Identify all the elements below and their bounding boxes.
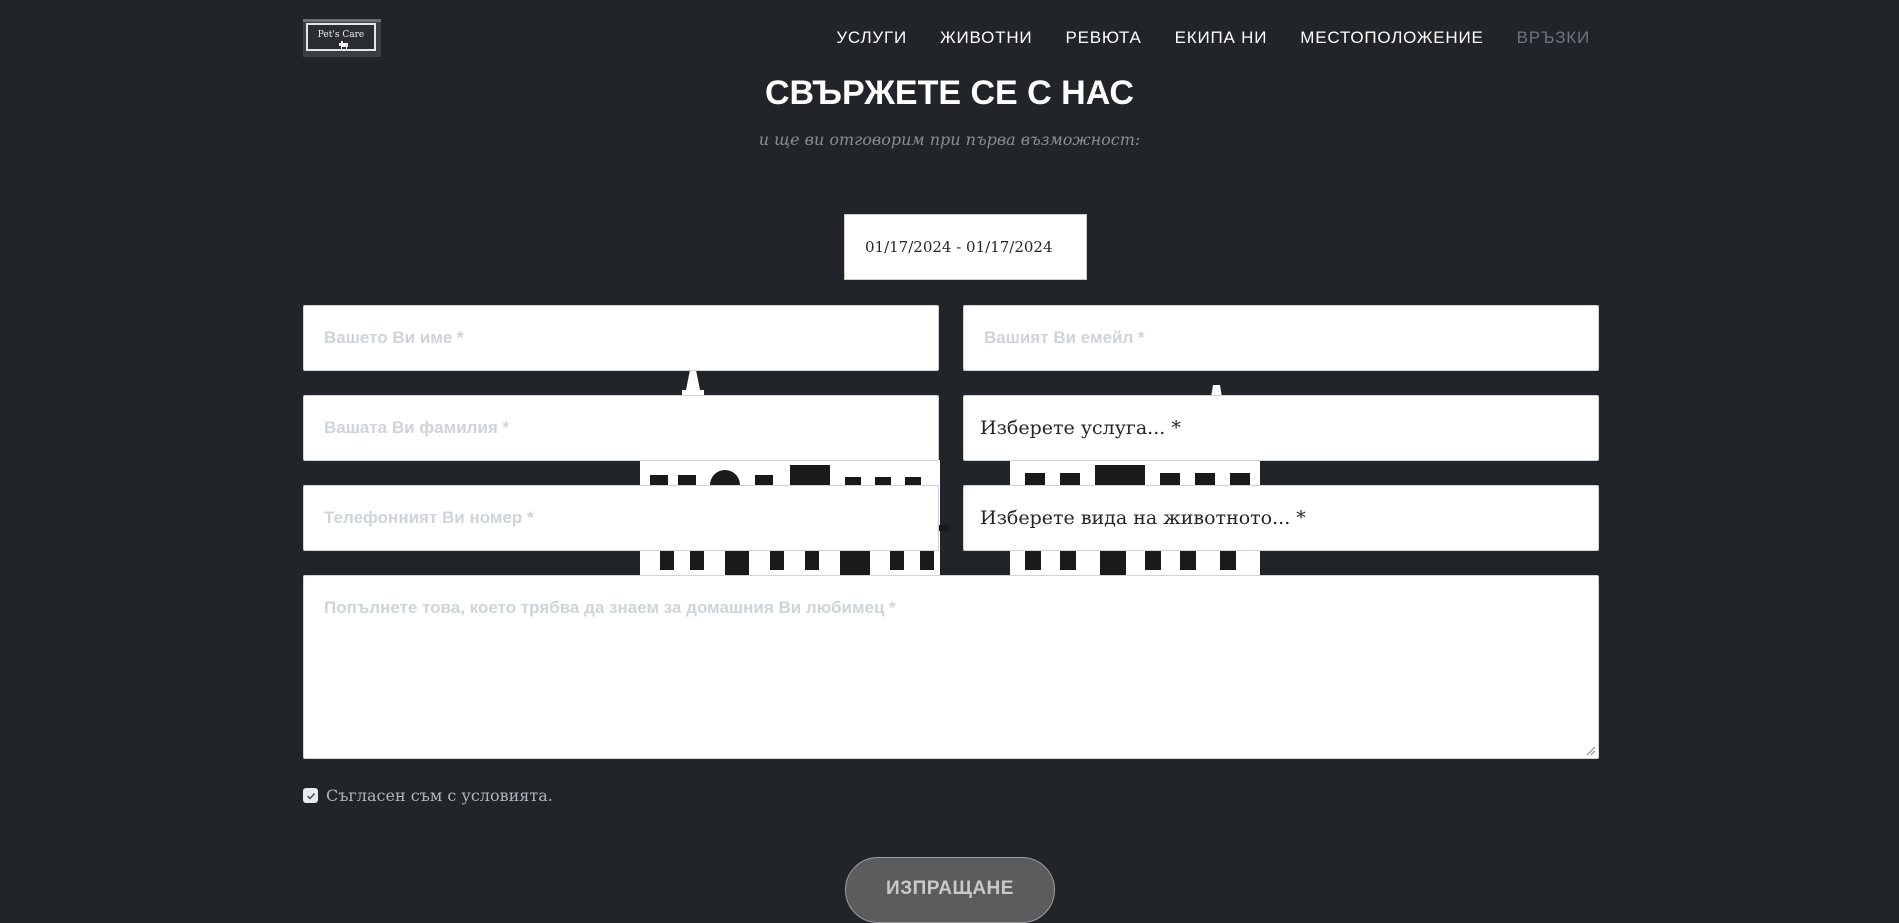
phone-field	[303, 485, 939, 551]
section-subtitle: и ще ви отговорим при първа възможност:	[758, 130, 1141, 149]
last-name-field	[303, 395, 939, 461]
logo-frame: Pet's Care	[306, 23, 376, 51]
date-range-input[interactable]: 01/17/2024 - 01/17/2024	[844, 214, 1087, 280]
submit-button[interactable]: ИЗПРАЩАНЕ	[845, 857, 1055, 923]
section-title: СВЪРЖЕТЕ СЕ С НАС	[764, 74, 1134, 112]
nav-link-services[interactable]: УСЛУГИ	[836, 28, 907, 48]
service-select[interactable]: Изберете услуга... *	[963, 395, 1599, 461]
email-field	[963, 305, 1599, 371]
first-name-input[interactable]	[304, 306, 938, 370]
checkmark-icon	[306, 792, 315, 800]
dog-icon	[339, 41, 348, 49]
consent-label: Съгласен съм с условията.	[326, 786, 553, 805]
consent-checkbox[interactable]	[303, 788, 318, 803]
animal-type-select[interactable]: Изберете вида на животното... *	[963, 485, 1599, 551]
last-name-input[interactable]	[304, 396, 938, 460]
nav-link-contacts[interactable]: ВРЪЗКИ	[1517, 28, 1590, 48]
first-name-field	[303, 305, 939, 371]
consent-row: Съгласен съм с условията.	[303, 786, 553, 805]
logo-text: Pet's Care	[317, 30, 365, 40]
message-field	[303, 575, 1599, 759]
resize-handle-icon[interactable]	[1586, 746, 1596, 756]
nav-link-location[interactable]: МЕСТОПОЛОЖЕНИЕ	[1300, 28, 1483, 48]
phone-input[interactable]	[304, 486, 938, 550]
main-nav: УСЛУГИ ЖИВОТНИ РЕВЮТА ЕКИПА НИ МЕСТОПОЛО…	[836, 28, 1590, 48]
logo[interactable]: Pet's Care	[303, 19, 381, 57]
nav-link-animals[interactable]: ЖИВОТНИ	[940, 28, 1032, 48]
nav-link-reviews[interactable]: РЕВЮТА	[1065, 28, 1141, 48]
email-input[interactable]	[964, 306, 1598, 370]
message-textarea[interactable]	[304, 576, 1598, 758]
nav-link-team[interactable]: ЕКИПА НИ	[1175, 28, 1268, 48]
navbar: Pet's Care УСЛУГИ ЖИВОТНИ РЕВЮТА ЕКИПА Н…	[0, 0, 1899, 78]
